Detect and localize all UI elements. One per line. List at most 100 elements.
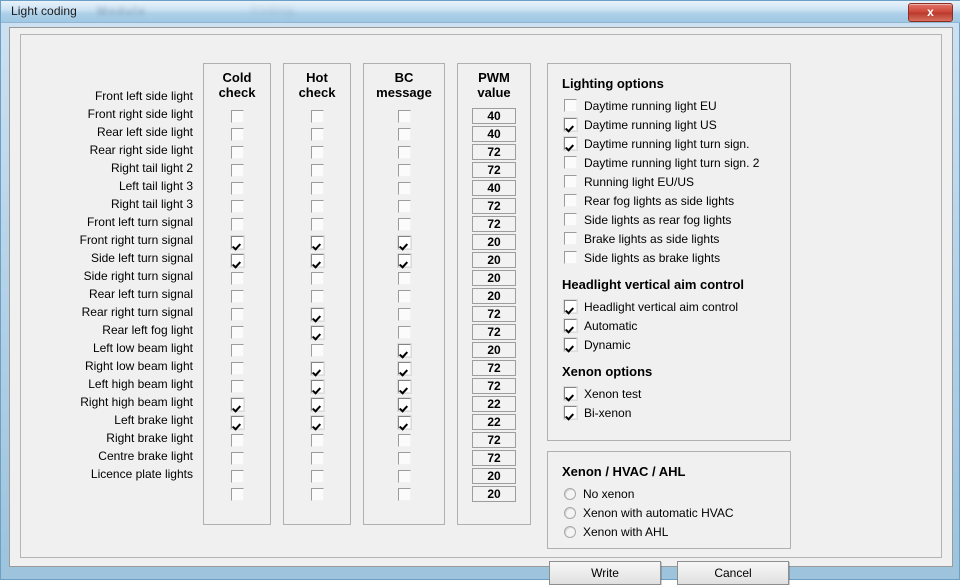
- hot-check-checkbox[interactable]: [310, 163, 324, 177]
- cold-check-checkbox[interactable]: [230, 415, 244, 429]
- bc-message-checkbox[interactable]: [397, 271, 411, 285]
- bc-message-checkbox[interactable]: [397, 181, 411, 195]
- lighting-option-row[interactable]: Daytime running light US: [548, 115, 790, 134]
- cold-check-checkbox[interactable]: [230, 397, 244, 411]
- cold-check-checkbox[interactable]: [230, 127, 244, 141]
- hot-check-checkbox[interactable]: [310, 145, 324, 159]
- cold-check-checkbox[interactable]: [230, 199, 244, 213]
- bc-message-checkbox[interactable]: [397, 487, 411, 501]
- hot-check-checkbox[interactable]: [310, 253, 324, 267]
- headlight-aim-option-checkbox[interactable]: [564, 338, 577, 351]
- lighting-option-checkbox[interactable]: [564, 175, 577, 188]
- hot-check-checkbox[interactable]: [310, 109, 324, 123]
- lighting-option-checkbox[interactable]: [564, 194, 577, 207]
- bc-message-checkbox[interactable]: [397, 379, 411, 393]
- hot-check-checkbox[interactable]: [310, 451, 324, 465]
- hot-check-checkbox[interactable]: [310, 217, 324, 231]
- lighting-option-row[interactable]: Rear fog lights as side lights: [548, 191, 790, 210]
- lighting-option-checkbox[interactable]: [564, 118, 577, 131]
- bc-message-checkbox[interactable]: [397, 343, 411, 357]
- cold-check-checkbox[interactable]: [230, 253, 244, 267]
- pwm-value-input[interactable]: 20: [472, 342, 516, 358]
- pwm-value-input[interactable]: 72: [472, 324, 516, 340]
- lighting-option-row[interactable]: Running light EU/US: [548, 172, 790, 191]
- bc-message-checkbox[interactable]: [397, 199, 411, 213]
- hot-check-checkbox[interactable]: [310, 289, 324, 303]
- pwm-value-input[interactable]: 20: [472, 270, 516, 286]
- bc-message-checkbox[interactable]: [397, 325, 411, 339]
- pwm-value-input[interactable]: 72: [472, 216, 516, 232]
- pwm-value-input[interactable]: 20: [472, 252, 516, 268]
- hot-check-checkbox[interactable]: [310, 235, 324, 249]
- cold-check-checkbox[interactable]: [230, 217, 244, 231]
- pwm-value-input[interactable]: 22: [472, 396, 516, 412]
- bc-message-checkbox[interactable]: [397, 109, 411, 123]
- bc-message-checkbox[interactable]: [397, 127, 411, 141]
- headlight-aim-option-row[interactable]: Dynamic: [548, 335, 790, 354]
- bc-message-checkbox[interactable]: [397, 163, 411, 177]
- pwm-value-input[interactable]: 20: [472, 234, 516, 250]
- cold-check-checkbox[interactable]: [230, 163, 244, 177]
- lighting-option-checkbox[interactable]: [564, 156, 577, 169]
- cold-check-checkbox[interactable]: [230, 235, 244, 249]
- cold-check-checkbox[interactable]: [230, 343, 244, 357]
- lighting-option-row[interactable]: Daytime running light turn sign.: [548, 134, 790, 153]
- cold-check-checkbox[interactable]: [230, 361, 244, 375]
- xenon-hvac-ahl-radio[interactable]: [564, 506, 576, 519]
- close-icon[interactable]: x: [908, 3, 953, 22]
- write-button[interactable]: Write: [549, 561, 661, 585]
- xenon-hvac-ahl-row[interactable]: No xenon: [548, 484, 790, 503]
- pwm-value-input[interactable]: 72: [472, 360, 516, 376]
- hot-check-checkbox[interactable]: [310, 433, 324, 447]
- cold-check-checkbox[interactable]: [230, 271, 244, 285]
- pwm-value-input[interactable]: 20: [472, 468, 516, 484]
- cancel-button[interactable]: Cancel: [677, 561, 789, 585]
- hot-check-checkbox[interactable]: [310, 127, 324, 141]
- lighting-option-row[interactable]: Side lights as brake lights: [548, 248, 790, 267]
- lighting-option-checkbox[interactable]: [564, 137, 577, 150]
- pwm-value-input[interactable]: 72: [472, 144, 516, 160]
- pwm-value-input[interactable]: 72: [472, 432, 516, 448]
- xenon-hvac-ahl-radio[interactable]: [564, 487, 576, 500]
- xenon-option-checkbox[interactable]: [564, 387, 577, 400]
- xenon-option-checkbox[interactable]: [564, 406, 577, 419]
- bc-message-checkbox[interactable]: [397, 451, 411, 465]
- hot-check-checkbox[interactable]: [310, 307, 324, 321]
- pwm-value-input[interactable]: 20: [472, 288, 516, 304]
- lighting-option-checkbox[interactable]: [564, 232, 577, 245]
- cold-check-checkbox[interactable]: [230, 325, 244, 339]
- hot-check-checkbox[interactable]: [310, 199, 324, 213]
- hot-check-checkbox[interactable]: [310, 343, 324, 357]
- bc-message-checkbox[interactable]: [397, 145, 411, 159]
- xenon-option-row[interactable]: Bi-xenon: [548, 403, 790, 422]
- hot-check-checkbox[interactable]: [310, 325, 324, 339]
- pwm-value-input[interactable]: 72: [472, 306, 516, 322]
- cold-check-checkbox[interactable]: [230, 469, 244, 483]
- pwm-value-input[interactable]: 72: [472, 162, 516, 178]
- lighting-option-checkbox[interactable]: [564, 99, 577, 112]
- hot-check-checkbox[interactable]: [310, 469, 324, 483]
- hot-check-checkbox[interactable]: [310, 271, 324, 285]
- pwm-value-input[interactable]: 22: [472, 414, 516, 430]
- pwm-value-input[interactable]: 20: [472, 486, 516, 502]
- bc-message-checkbox[interactable]: [397, 235, 411, 249]
- lighting-option-row[interactable]: Daytime running light turn sign. 2: [548, 153, 790, 172]
- cold-check-checkbox[interactable]: [230, 289, 244, 303]
- pwm-value-input[interactable]: 40: [472, 108, 516, 124]
- xenon-hvac-ahl-row[interactable]: Xenon with AHL: [548, 522, 790, 541]
- pwm-value-input[interactable]: 72: [472, 450, 516, 466]
- cold-check-checkbox[interactable]: [230, 487, 244, 501]
- cold-check-checkbox[interactable]: [230, 379, 244, 393]
- bc-message-checkbox[interactable]: [397, 217, 411, 231]
- pwm-value-input[interactable]: 40: [472, 126, 516, 142]
- hot-check-checkbox[interactable]: [310, 379, 324, 393]
- pwm-value-input[interactable]: 72: [472, 198, 516, 214]
- lighting-option-checkbox[interactable]: [564, 213, 577, 226]
- lighting-option-checkbox[interactable]: [564, 251, 577, 264]
- cold-check-checkbox[interactable]: [230, 307, 244, 321]
- headlight-aim-option-checkbox[interactable]: [564, 319, 577, 332]
- cold-check-checkbox[interactable]: [230, 451, 244, 465]
- bc-message-checkbox[interactable]: [397, 361, 411, 375]
- lighting-option-row[interactable]: Side lights as rear fog lights: [548, 210, 790, 229]
- bc-message-checkbox[interactable]: [397, 397, 411, 411]
